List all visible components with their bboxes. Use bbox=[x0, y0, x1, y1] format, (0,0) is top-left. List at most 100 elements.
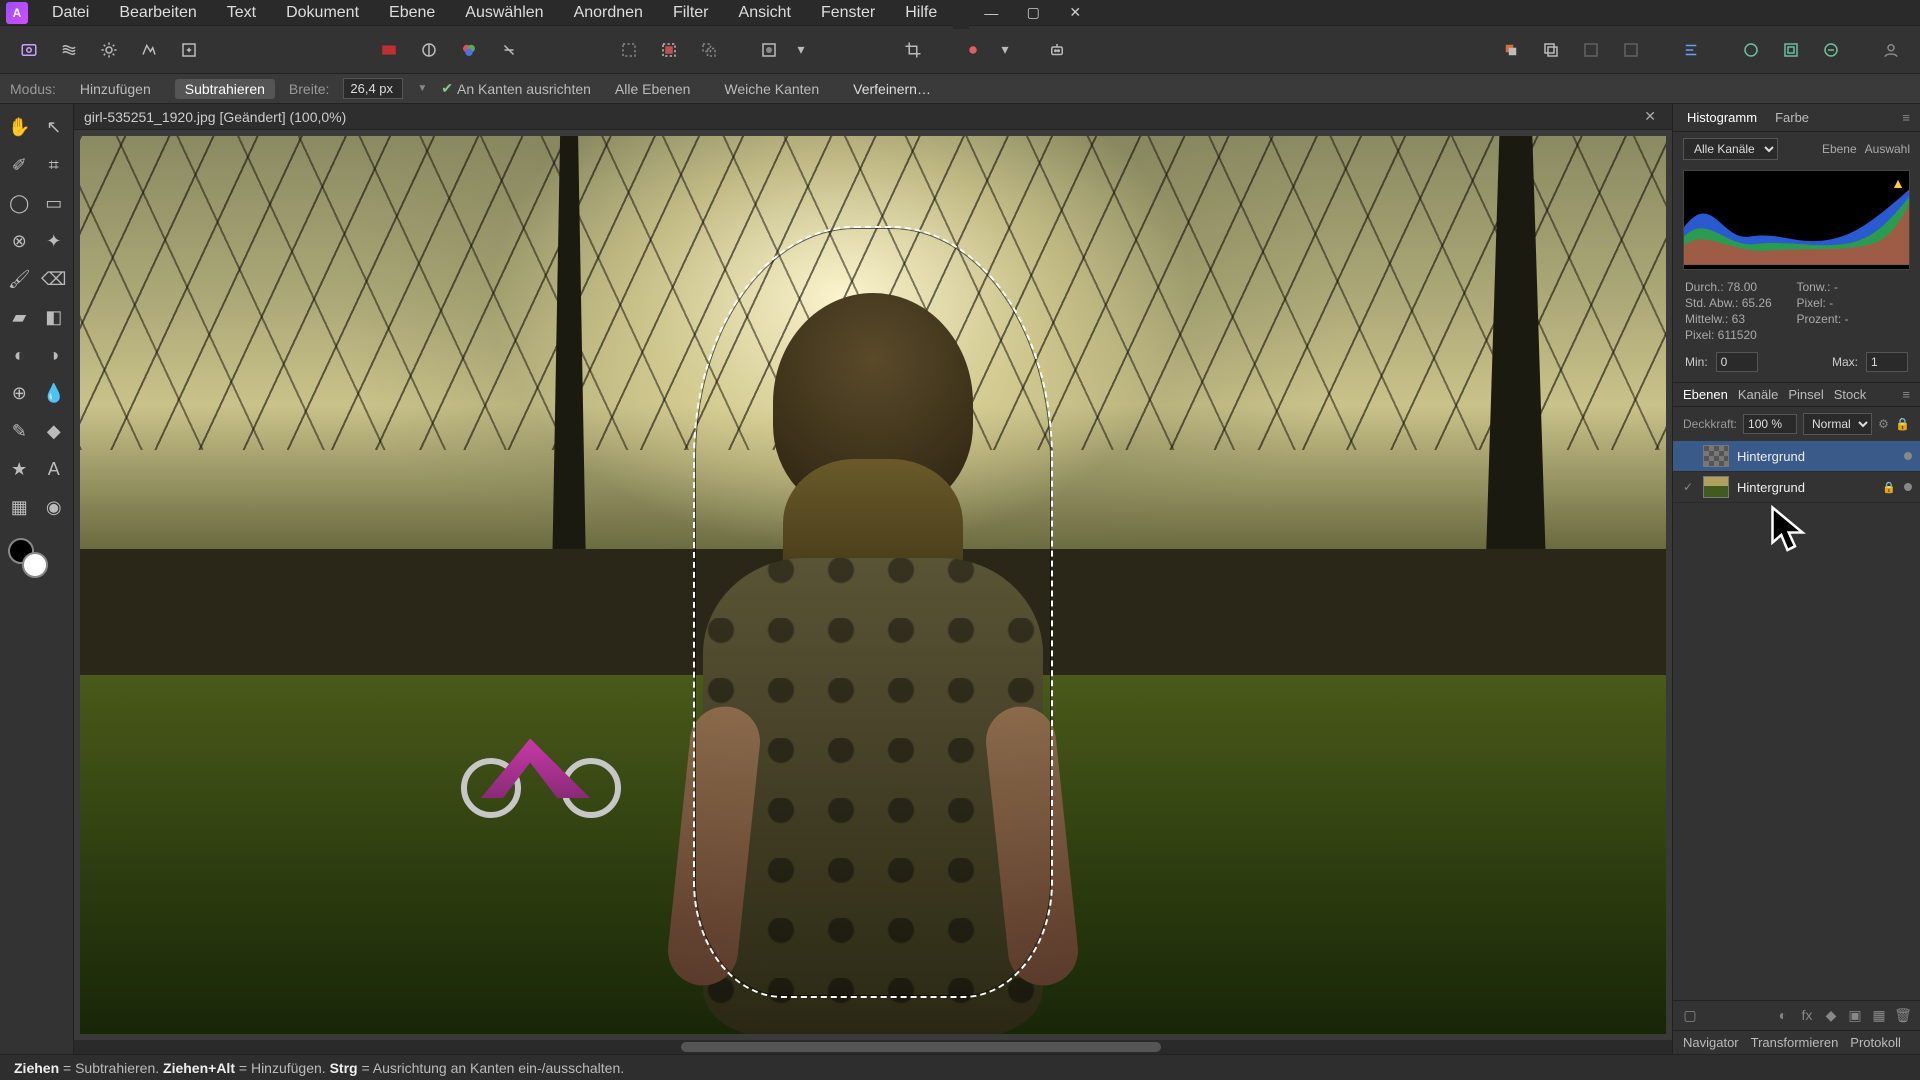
window-maximize-icon[interactable]: ▢ bbox=[1013, 0, 1053, 29]
layer-name[interactable]: Hintergrund bbox=[1737, 480, 1874, 495]
toolbar-lighting-icon[interactable] bbox=[956, 33, 990, 67]
tab-color[interactable]: Farbe bbox=[1771, 108, 1813, 127]
persona-photo-icon[interactable] bbox=[12, 33, 46, 67]
ctx-mode-subtract[interactable]: Subtrahieren bbox=[175, 79, 275, 99]
toolbar-autocontrast-icon[interactable] bbox=[492, 33, 526, 67]
tool-grid-icon[interactable]: ▦ bbox=[4, 490, 35, 524]
menu-window[interactable]: Fenster bbox=[807, 1, 889, 25]
toolbar-chevron-down-icon[interactable]: ▾ bbox=[792, 33, 810, 67]
group-icon[interactable]: ▣ bbox=[1846, 1007, 1864, 1024]
hist-layer-button[interactable]: Ebene bbox=[1822, 142, 1857, 156]
tab-navigator[interactable]: Navigator bbox=[1683, 1035, 1739, 1050]
persona-tonemap-icon[interactable] bbox=[132, 33, 166, 67]
toolbar-selection-sub-icon[interactable] bbox=[692, 33, 726, 67]
tool-move-icon[interactable]: ↖ bbox=[39, 110, 70, 144]
hist-selection-button[interactable]: Auswahl bbox=[1865, 142, 1910, 156]
fx-icon[interactable]: fx bbox=[1798, 1007, 1816, 1024]
toolbar-autocolor-icon[interactable] bbox=[452, 33, 486, 67]
toolbar-duplicate-icon[interactable] bbox=[1534, 33, 1568, 67]
tool-marquee-icon[interactable]: ▭ bbox=[39, 186, 70, 220]
persona-develop-icon[interactable] bbox=[92, 33, 126, 67]
menu-layer[interactable]: Ebene bbox=[375, 1, 449, 25]
toolbar-stock-icon[interactable] bbox=[1734, 33, 1768, 67]
toolbar-cloud-icon[interactable] bbox=[1814, 33, 1848, 67]
tab-transform[interactable]: Transformieren bbox=[1751, 1035, 1839, 1050]
menu-filter[interactable]: Filter bbox=[659, 1, 723, 25]
close-tab-icon[interactable]: ✕ bbox=[1638, 108, 1662, 125]
menu-document[interactable]: Dokument bbox=[272, 1, 373, 25]
menu-help[interactable]: Hilfe bbox=[891, 1, 951, 25]
ctx-all-layers[interactable]: Alle Ebenen bbox=[605, 79, 701, 99]
tool-paintbrush-icon[interactable]: 🖌 bbox=[4, 262, 35, 296]
panel-menu-icon[interactable]: ≡ bbox=[1902, 387, 1910, 402]
tool-fill-icon[interactable]: ▰ bbox=[4, 300, 35, 334]
ctx-snap-edges[interactable]: ✔An Kanten ausrichten bbox=[441, 80, 591, 97]
toolbar-crop-icon[interactable] bbox=[896, 33, 930, 67]
lock-icon[interactable]: 🔒 bbox=[1895, 417, 1910, 431]
color-swatch[interactable] bbox=[4, 534, 69, 584]
tool-magicwand-icon[interactable]: ✦ bbox=[39, 224, 70, 258]
tab-histogram[interactable]: Histogramm bbox=[1683, 108, 1761, 127]
horizontal-scrollbar[interactable] bbox=[74, 1040, 1672, 1054]
document-tab[interactable]: girl-535251_1920.jpg [Geändert] (100,0%)… bbox=[74, 104, 1672, 130]
tool-hand-icon[interactable]: ✋ bbox=[4, 110, 35, 144]
tool-gradient-icon[interactable]: ◧ bbox=[39, 300, 70, 334]
tab-history[interactable]: Protokoll bbox=[1850, 1035, 1901, 1050]
toolbar-account-icon[interactable] bbox=[1874, 33, 1908, 67]
tool-burn-icon[interactable]: ◑ bbox=[39, 338, 70, 372]
ctx-mode-add[interactable]: Hinzufügen bbox=[70, 79, 161, 99]
toolbar-resources-icon[interactable] bbox=[1774, 33, 1808, 67]
toolbar-dim-icon[interactable] bbox=[1574, 33, 1608, 67]
panel-menu-icon[interactable]: ≡ bbox=[1902, 110, 1910, 125]
menu-select[interactable]: Auswählen bbox=[451, 1, 557, 25]
menu-arrange[interactable]: Anordnen bbox=[560, 1, 657, 25]
tab-brushes[interactable]: Pinsel bbox=[1788, 387, 1823, 402]
toolbar-selection-add-icon[interactable] bbox=[652, 33, 686, 67]
ctx-width-input[interactable] bbox=[343, 78, 403, 99]
hist-min-input[interactable] bbox=[1716, 352, 1758, 372]
livefilter-icon[interactable]: ◆ bbox=[1822, 1007, 1840, 1024]
canvas[interactable] bbox=[80, 136, 1666, 1034]
menu-edit[interactable]: Bearbeiten bbox=[105, 1, 210, 25]
tool-erase-icon[interactable]: ⌫ bbox=[39, 262, 70, 296]
toolbar-selection-new-icon[interactable] bbox=[612, 33, 646, 67]
persona-liquify-icon[interactable] bbox=[52, 33, 86, 67]
menu-view[interactable]: Ansicht bbox=[725, 1, 805, 25]
tool-selectionbrush-icon[interactable]: ◯ bbox=[4, 186, 35, 220]
toolbar-assistant-icon[interactable] bbox=[1040, 33, 1074, 67]
tool-colorpicker-icon[interactable]: ✐ bbox=[4, 148, 35, 182]
tool-shape-icon[interactable]: ★ bbox=[4, 452, 35, 486]
tool-node-icon[interactable]: ◆ bbox=[39, 414, 70, 448]
tool-view-icon[interactable]: ◉ bbox=[39, 490, 70, 524]
tab-layers[interactable]: Ebenen bbox=[1683, 387, 1728, 402]
toolbar-autolevels-icon[interactable] bbox=[412, 33, 446, 67]
addpixel-icon[interactable]: ▦ bbox=[1870, 1007, 1888, 1024]
blendmode-select[interactable]: Normal bbox=[1803, 413, 1872, 435]
toolbar-addlayer-icon[interactable] bbox=[1494, 33, 1528, 67]
toolbar-rgb-icon[interactable] bbox=[372, 33, 406, 67]
tool-crop-icon[interactable]: ⌗ bbox=[39, 148, 70, 182]
tab-channels[interactable]: Kanäle bbox=[1738, 387, 1778, 402]
ctx-refine[interactable]: Verfeinern… bbox=[843, 79, 941, 99]
hist-max-input[interactable] bbox=[1866, 352, 1908, 372]
chevron-down-icon[interactable]: ▼ bbox=[417, 83, 427, 94]
toolbar-align-icon[interactable] bbox=[1674, 33, 1708, 67]
toolbar-quickmask-icon[interactable] bbox=[752, 33, 786, 67]
background-color-icon[interactable] bbox=[22, 552, 48, 578]
layer-name[interactable]: Hintergrund bbox=[1737, 449, 1896, 464]
tool-blur-icon[interactable]: 💧 bbox=[39, 376, 70, 410]
tab-stock[interactable]: Stock bbox=[1834, 387, 1867, 402]
delete-icon[interactable]: 🗑 bbox=[1894, 1007, 1912, 1024]
tool-pen-icon[interactable]: ✎ bbox=[4, 414, 35, 448]
tool-lasso-icon[interactable]: ⊗ bbox=[4, 224, 35, 258]
adjustment-icon[interactable]: ◐ bbox=[1774, 1007, 1792, 1024]
toolbar-chevron-down-icon-2[interactable]: ▾ bbox=[996, 33, 1014, 67]
opacity-input[interactable] bbox=[1743, 414, 1797, 434]
menu-text[interactable]: Text bbox=[213, 1, 270, 25]
menu-file[interactable]: Datei bbox=[38, 1, 103, 25]
visibility-icon[interactable]: ✓ bbox=[1681, 480, 1695, 494]
layer-item[interactable]: Hintergrund bbox=[1673, 441, 1920, 472]
layer-item[interactable]: ✓ Hintergrund 🔒 bbox=[1673, 472, 1920, 503]
mask-icon[interactable]: ▢ bbox=[1681, 1007, 1699, 1024]
histogram-channel-select[interactable]: Alle Kanäle bbox=[1683, 138, 1778, 160]
